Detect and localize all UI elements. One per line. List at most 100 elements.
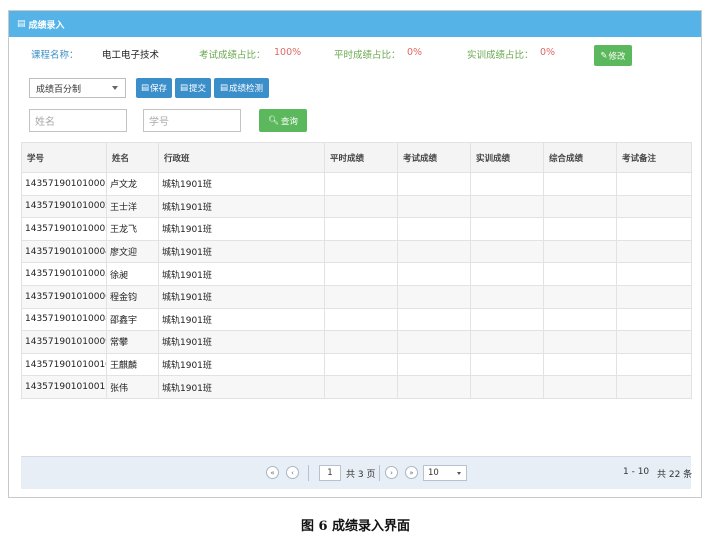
table-cell[interactable]: [616, 217, 692, 241]
table-cell[interactable]: [397, 307, 471, 332]
table-cell: 城轨1901班: [158, 262, 325, 286]
table-cell[interactable]: [616, 307, 692, 332]
table-cell[interactable]: [470, 172, 544, 196]
name-search-input[interactable]: 姓名: [29, 109, 127, 132]
grade-mode-select[interactable]: 成绩百分制: [29, 78, 126, 98]
table-cell[interactable]: [324, 330, 398, 354]
course-name-value: 电工电子技术: [102, 50, 160, 61]
table-cell[interactable]: [470, 330, 544, 354]
table-cell[interactable]: [470, 352, 544, 377]
table-cell[interactable]: [397, 194, 471, 219]
figure-caption: 图 6 成绩录入界面: [300, 519, 411, 534]
table-cell[interactable]: [543, 375, 617, 399]
table-cell: 143571901010009: [21, 330, 107, 354]
column-header[interactable]: 学号: [21, 142, 107, 173]
table-cell[interactable]: [324, 284, 398, 309]
table-cell[interactable]: [543, 330, 617, 354]
table-row[interactable]: 143571901010001 卢文龙 城轨1901班: [21, 172, 692, 196]
grade-check-button[interactable]: ▤ 成绩检测: [214, 78, 269, 98]
table-cell: 张伟: [106, 375, 159, 399]
table-cell[interactable]: [470, 375, 544, 399]
table-row[interactable]: 143571901010002 王士洋 城轨1901班: [21, 194, 692, 219]
column-header[interactable]: 实训成绩: [470, 142, 544, 173]
table-cell[interactable]: [324, 172, 398, 196]
table-row[interactable]: 143571901010010 王麒麟 城轨1901班: [21, 352, 692, 377]
query-button[interactable]: 🔍︎ 查询: [259, 109, 307, 132]
table-row[interactable]: 143571901010006 程金钧 城轨1901班: [21, 284, 692, 309]
table-row[interactable]: 143571901010003 王龙飞 城轨1901班: [21, 217, 692, 241]
table-cell[interactable]: [616, 194, 692, 219]
table-cell[interactable]: [543, 194, 617, 219]
table-cell[interactable]: [616, 330, 692, 354]
table-cell[interactable]: [616, 262, 692, 286]
table-cell[interactable]: [324, 239, 398, 264]
table-cell[interactable]: [616, 172, 692, 196]
table-cell: 城轨1901班: [158, 239, 325, 264]
table-cell[interactable]: [616, 352, 692, 377]
table-cell: 城轨1901班: [158, 194, 325, 219]
table-cell[interactable]: [324, 262, 398, 286]
edit-button[interactable]: ✎ 修改: [594, 45, 632, 66]
student-id-search-input[interactable]: 学号: [143, 109, 241, 132]
edit-icon: ✎: [600, 50, 608, 61]
table-cell[interactable]: [616, 239, 692, 264]
table-row[interactable]: 143571901010009 常攀 城轨1901班: [21, 330, 692, 354]
column-header[interactable]: 姓名: [106, 142, 159, 173]
submit-button[interactable]: ▤ 提交: [175, 78, 211, 98]
column-header[interactable]: 平时成绩: [324, 142, 398, 173]
table-cell[interactable]: [397, 172, 471, 196]
table-cell[interactable]: [470, 239, 544, 264]
table-cell[interactable]: [470, 262, 544, 286]
table-cell[interactable]: [470, 194, 544, 219]
table-cell[interactable]: [397, 217, 471, 241]
column-header[interactable]: 考试成绩: [397, 142, 471, 173]
table-cell[interactable]: [324, 194, 398, 219]
table-cell: 143571901010011: [21, 375, 107, 399]
table-cell[interactable]: [397, 352, 471, 377]
table-cell[interactable]: [397, 262, 471, 286]
table-row[interactable]: 143571901010011 张伟 城轨1901班: [21, 375, 692, 399]
table-cell[interactable]: [543, 307, 617, 332]
table-cell[interactable]: [543, 172, 617, 196]
table-cell: 城轨1901班: [158, 375, 325, 399]
table-cell: 143571901010003: [21, 217, 107, 241]
page-size-select[interactable]: 10: [423, 465, 467, 481]
table-cell[interactable]: [470, 284, 544, 309]
table-row[interactable]: 143571901010005 徐昶 城轨1901班: [21, 262, 692, 286]
table-cell[interactable]: [543, 352, 617, 377]
document-icon: ▤: [219, 83, 228, 93]
table-cell[interactable]: [324, 307, 398, 332]
table-cell[interactable]: [324, 217, 398, 241]
column-header[interactable]: 考试备注: [616, 142, 692, 173]
left-icon[interactable]: ‹: [286, 466, 299, 479]
search-icon: 🔍︎: [268, 115, 279, 126]
page-number-input[interactable]: 1: [319, 465, 341, 481]
table-cell[interactable]: [397, 239, 471, 264]
table-row[interactable]: 143571901010004 廖文迎 城轨1901班: [21, 239, 692, 264]
column-header[interactable]: 行政班: [158, 142, 325, 173]
table-cell: 143571901010002: [21, 194, 107, 219]
table-cell[interactable]: [543, 239, 617, 264]
grid-icon: ▤: [17, 19, 26, 29]
table-row[interactable]: 143571901010008 邵鑫宇 城轨1901班: [21, 307, 692, 332]
table-cell[interactable]: [324, 352, 398, 377]
table-cell[interactable]: [397, 284, 471, 309]
table-cell[interactable]: [397, 375, 471, 399]
table-cell: 143571901010005: [21, 262, 107, 286]
table-cell[interactable]: [543, 284, 617, 309]
document-icon: ▤: [140, 83, 149, 93]
table-cell[interactable]: [470, 217, 544, 241]
column-header[interactable]: 综合成绩: [543, 142, 617, 173]
right-icon[interactable]: ›: [385, 466, 398, 479]
double-right-icon[interactable]: »: [405, 466, 418, 479]
table-cell[interactable]: [543, 262, 617, 286]
table-cell[interactable]: [397, 330, 471, 354]
table-cell[interactable]: [616, 284, 692, 309]
table-cell[interactable]: [543, 217, 617, 241]
table-cell[interactable]: [324, 375, 398, 399]
table-cell: 王龙飞: [106, 217, 159, 241]
table-cell[interactable]: [470, 307, 544, 332]
table-cell[interactable]: [616, 375, 692, 399]
double-left-icon[interactable]: «: [266, 466, 279, 479]
save-button[interactable]: ▤ 保存: [136, 78, 172, 98]
